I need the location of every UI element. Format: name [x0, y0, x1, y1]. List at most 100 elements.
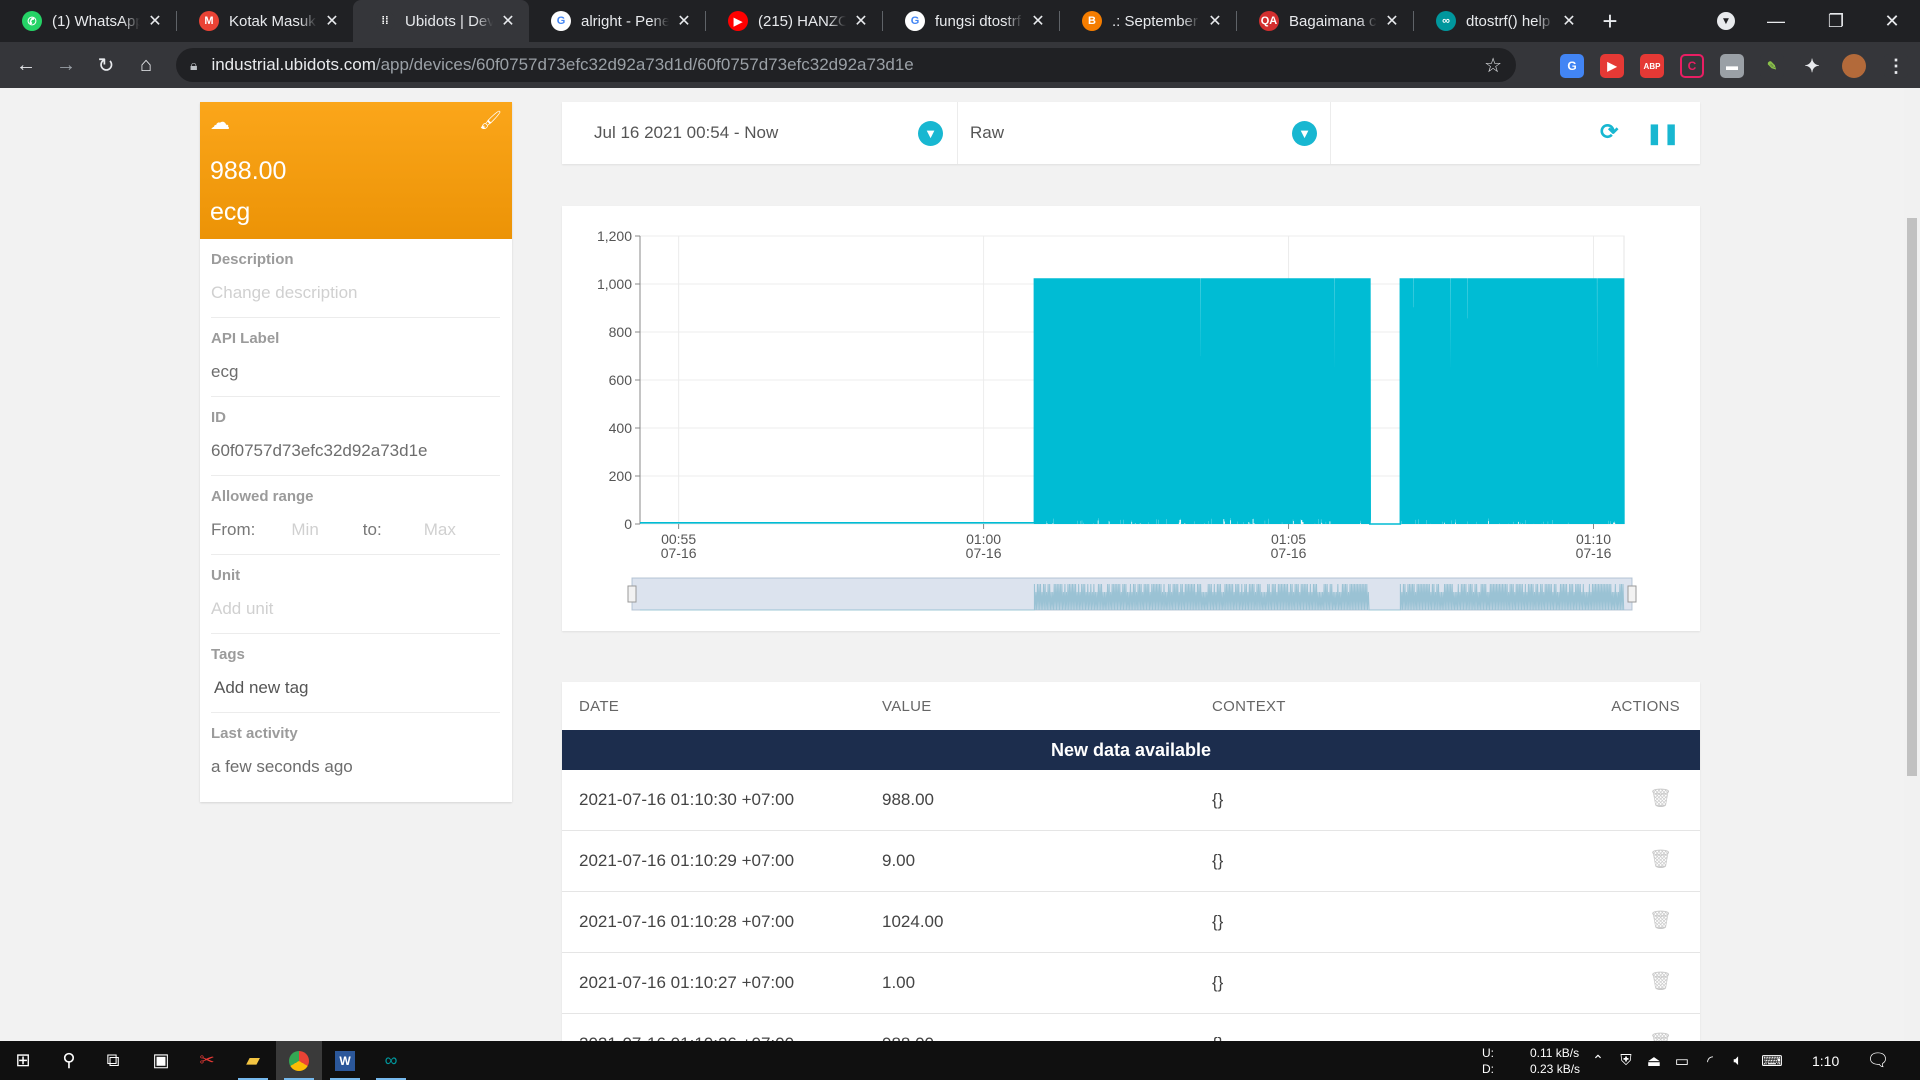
bookmark-star-icon[interactable]: ☆ [1484, 53, 1502, 78]
url-host: industrial.ubidots.com [211, 55, 376, 74]
extensions-puzzle-icon[interactable]: ✦ [1800, 54, 1824, 78]
file-explorer-icon[interactable]: ▰ [230, 1041, 276, 1080]
tab-close-icon[interactable]: ✕ [1560, 11, 1578, 31]
unit-field: Unit Add unit [211, 555, 500, 634]
aggregation-selector[interactable]: Raw [970, 102, 1004, 164]
row-context[interactable]: {} [1212, 973, 1223, 993]
range-from-label: From: [211, 520, 256, 539]
row-context[interactable]: {} [1212, 790, 1223, 810]
refresh-icon[interactable]: ⟳ [1600, 119, 1618, 145]
task-view-icon[interactable]: ⧉ [90, 1041, 136, 1080]
browser-tab[interactable]: ✆ (1) WhatsApp ✕ [0, 0, 176, 42]
unit-input[interactable]: Add unit [211, 599, 500, 619]
value-column-header[interactable]: VALUE [882, 698, 932, 715]
browser-tab[interactable]: B .: September 2 ✕ [1060, 0, 1236, 42]
arduino-taskbar-icon[interactable]: ∞ [368, 1041, 414, 1080]
browser-tab[interactable]: ⁞⁞ Ubidots | Devi ✕ [353, 0, 529, 42]
clock[interactable]: 1:10 [1812, 1053, 1839, 1069]
aggregation-chevron-icon[interactable]: ▼ [1292, 121, 1317, 146]
api-label-label: API Label [211, 330, 280, 347]
row-value[interactable]: 1024.00 [882, 912, 943, 932]
scrollbar-thumb[interactable] [1907, 218, 1917, 776]
allowed-range-field: Allowed range From: Min to: Max [211, 476, 500, 555]
tab-close-icon[interactable]: ✕ [1383, 11, 1401, 31]
new-tab-button[interactable]: + [1590, 0, 1630, 42]
eyedropper-extension-icon[interactable]: ✎ [1760, 54, 1784, 78]
browser-tab[interactable]: QA Bagaimana ca ✕ [1237, 0, 1413, 42]
chrome-taskbar-icon[interactable] [276, 1041, 322, 1080]
trash-icon[interactable]: 🗑︎ [1649, 1032, 1672, 1041]
trash-icon[interactable]: 🗑︎ [1649, 971, 1672, 992]
tab-close-icon[interactable]: ✕ [323, 11, 341, 31]
battery-icon[interactable]: ▭ [1668, 1041, 1696, 1080]
row-context[interactable]: {} [1212, 912, 1223, 932]
minimize-button[interactable]: — [1746, 0, 1806, 42]
adblock-extension-icon[interactable]: ABP [1640, 54, 1664, 78]
translate-extension-icon[interactable]: G [1560, 54, 1584, 78]
values-table: DATE VALUE CONTEXT ACTIONS New data avai… [562, 682, 1700, 1041]
volume-icon[interactable]: 🔈︎ [1724, 1041, 1752, 1080]
search-icon[interactable]: ⚲ [46, 1041, 92, 1080]
new-data-banner[interactable]: New data available [562, 730, 1700, 770]
row-value[interactable]: 988.00 [882, 790, 934, 810]
home-icon[interactable]: ⌂ [126, 45, 166, 85]
add-tag-button[interactable]: Add new tag [214, 678, 500, 698]
notifications-icon[interactable]: 🗨︎ [1856, 1041, 1900, 1080]
browser-menu-icon[interactable]: ⋮ [1884, 54, 1908, 78]
date-column-header[interactable]: DATE [579, 698, 619, 715]
back-arrow-icon[interactable]: ← [6, 45, 46, 85]
keyboard-icon[interactable]: ⌨ [1752, 1041, 1792, 1080]
tab-title: (215) HANZO [758, 12, 846, 30]
row-context[interactable]: {} [1212, 1034, 1223, 1041]
range-max-input[interactable]: Max [424, 520, 456, 540]
tab-close-icon[interactable]: ✕ [675, 11, 693, 31]
trash-icon[interactable]: 🗑︎ [1649, 788, 1672, 809]
table-header: DATE VALUE CONTEXT ACTIONS [562, 682, 1700, 730]
video-extension-icon[interactable]: ▶ [1600, 54, 1624, 78]
browser-tab[interactable]: M Kotak Masuk (✕ [177, 0, 353, 42]
browser-tab[interactable]: Gfungsi dtostrf ✕ [883, 0, 1059, 42]
browser-tab[interactable]: ▶ (215) HANZO ✕ [706, 0, 882, 42]
address-bar[interactable]: 🔒︎ industrial.ubidots.com/app/devices/60… [176, 48, 1516, 82]
variable-name[interactable]: ecg [210, 198, 502, 227]
tab-close-icon[interactable]: ✕ [1206, 11, 1224, 31]
row-value[interactable]: 9.00 [882, 851, 915, 871]
row-context[interactable]: {} [1212, 851, 1223, 871]
restore-button[interactable]: ❐ [1806, 0, 1866, 42]
ecg-line-chart[interactable]: 02004006008001,0001,20000:5507-1601:0007… [562, 206, 1700, 631]
date-range-chevron-icon[interactable]: ▼ [918, 121, 943, 146]
reload-icon[interactable]: ↻ [86, 45, 126, 85]
usb-drive-icon[interactable]: ⏏ [1640, 1041, 1668, 1080]
trash-icon[interactable]: 🗑︎ [1649, 910, 1672, 931]
browser-tab[interactable]: Galright - Penel ✕ [529, 0, 705, 42]
date-range-selector[interactable]: Jul 16 2021 00:54 - Now [594, 102, 778, 164]
wifi-icon[interactable]: ◜ [1696, 1041, 1724, 1080]
forward-arrow-icon[interactable]: → [46, 45, 86, 85]
pause-icon[interactable]: ❚❚ [1646, 121, 1680, 146]
close-window-button[interactable]: ✕ [1862, 0, 1920, 42]
tab-close-icon[interactable]: ✕ [146, 11, 164, 31]
api-label-input[interactable]: ecg [211, 362, 500, 382]
windows-start-icon[interactable]: ⊞ [0, 1041, 46, 1080]
snipping-tool-icon[interactable]: ✂ [184, 1041, 230, 1080]
tray-chevron-up-icon[interactable]: ⌃ [1584, 1041, 1612, 1080]
photos-app-icon[interactable]: ▣ [138, 1041, 184, 1080]
row-value[interactable]: 988.00 [882, 1034, 934, 1041]
browser-tab[interactable]: ∞ dtostrf() help ✕ [1414, 0, 1590, 42]
tab-close-icon[interactable]: ✕ [852, 11, 870, 31]
trash-icon[interactable]: 🗑︎ [1649, 849, 1672, 870]
security-shield-icon[interactable]: ⛨ [1612, 1041, 1640, 1080]
page-scrollbar[interactable] [1904, 88, 1920, 1041]
paintbrush-icon[interactable]: 🖌︎ [479, 110, 502, 131]
word-taskbar-icon[interactable]: W [322, 1041, 368, 1080]
browser-toolbar: ← → ↻ ⌂ 🔒︎ industrial.ubidots.com/app/de… [0, 42, 1920, 88]
lock-icon[interactable]: 🔒︎ [190, 57, 197, 74]
chat-extension-icon[interactable]: ▬ [1720, 54, 1744, 78]
description-input[interactable]: Change description [211, 283, 500, 303]
extension-c-icon[interactable]: C [1680, 54, 1704, 78]
row-value[interactable]: 1.00 [882, 973, 915, 993]
range-min-input[interactable]: Min [291, 520, 318, 540]
tab-close-icon[interactable]: ✕ [1029, 11, 1047, 31]
profile-avatar[interactable] [1842, 54, 1866, 78]
tab-close-icon[interactable]: ✕ [499, 11, 517, 31]
